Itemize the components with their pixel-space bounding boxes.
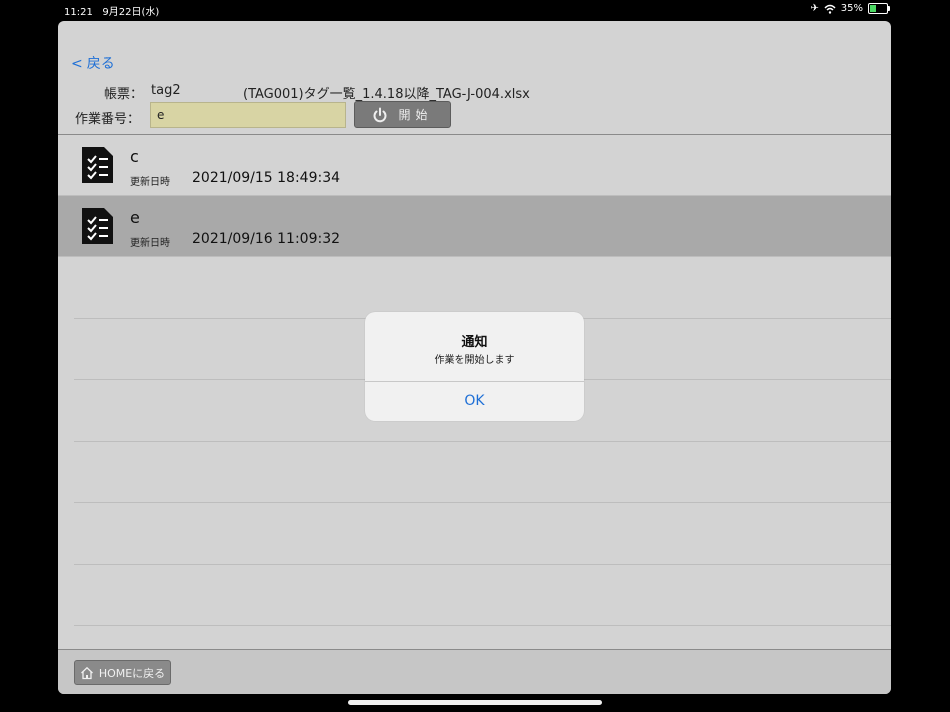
status-bar: 11:21 9月22日(水) ✈ 35%	[0, 0, 950, 20]
back-button[interactable]: < 戻る	[71, 53, 115, 73]
checklist-document-icon	[82, 147, 113, 183]
footer-bar: HOMEに戻る	[58, 649, 891, 694]
home-icon	[80, 666, 93, 679]
checklist-document-icon	[82, 208, 113, 244]
status-right: ✈ 35%	[810, 3, 890, 14]
job-number-label: 作業番号：	[75, 112, 141, 127]
airplane-icon: ✈	[810, 3, 819, 14]
list-item[interactable]: e 更新日時 2021/09/16 11:09:32	[58, 196, 891, 257]
status-time-date: 11:21 9月22日(水)	[64, 3, 159, 18]
home-label: HOMEに戻る	[98, 666, 166, 680]
notification-dialog: 通知 作業を開始します OK	[365, 312, 584, 421]
file-name: (TAG001)タグ一覧_1.4.18以降_TAG-J-004.xlsx	[243, 87, 530, 102]
list-separator	[74, 625, 891, 626]
list-item[interactable]: c 更新日時 2021/09/15 18:49:34	[58, 135, 891, 196]
battery-icon	[868, 3, 890, 14]
back-label: 戻る	[86, 56, 115, 72]
start-label: 開始	[398, 108, 433, 122]
power-icon	[374, 107, 387, 122]
report-label: 帳票：	[104, 87, 144, 102]
item-datetime: 2021/09/15 18:49:34	[192, 170, 341, 186]
item-title: c	[130, 147, 139, 166]
list-separator	[74, 564, 891, 565]
document-list: c 更新日時 2021/09/15 18:49:34 e 更新日時 2021/0…	[58, 135, 891, 257]
item-title: e	[130, 208, 140, 227]
status-time: 11:21	[64, 7, 93, 18]
report-value: tag2	[151, 83, 181, 98]
start-button[interactable]: 開始	[354, 101, 451, 128]
status-date: 9月22日(水)	[102, 7, 160, 18]
home-button[interactable]: HOMEに戻る	[74, 660, 171, 685]
job-number-input[interactable]: e	[150, 102, 346, 128]
item-updated-label: 更新日時	[130, 238, 170, 249]
ok-button[interactable]: OK	[365, 382, 584, 421]
list-separator	[74, 441, 891, 442]
wifi-icon	[824, 4, 836, 14]
battery-percent: 35%	[840, 3, 863, 14]
chevron-left-icon: <	[71, 56, 83, 72]
list-separator	[74, 502, 891, 503]
item-updated-label: 更新日時	[130, 177, 170, 188]
dialog-message: 作業を開始します	[434, 355, 515, 366]
home-indicator[interactable]	[348, 700, 602, 705]
item-datetime: 2021/09/16 11:09:32	[192, 231, 341, 247]
dialog-title: 通知	[461, 335, 488, 350]
